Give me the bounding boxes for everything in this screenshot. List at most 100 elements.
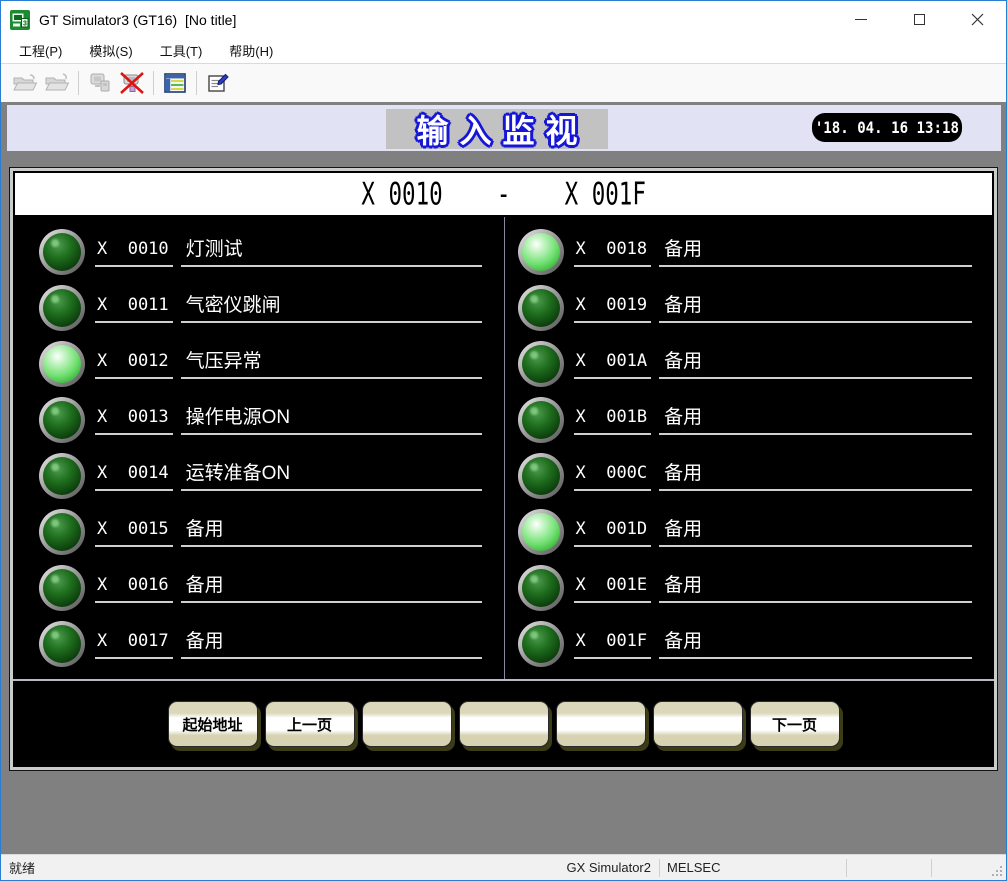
function-key-blank-3[interactable] xyxy=(556,701,646,747)
input-label: 备用 xyxy=(659,573,972,603)
window-title: GT Simulator3 (GT16) [No title] xyxy=(39,12,236,28)
input-row: X 001E备用 xyxy=(518,563,995,613)
app-icon: 3 xyxy=(10,10,32,30)
statusbar: 就绪 GX Simulator2 MELSEC xyxy=(1,854,1006,880)
function-key-start-address[interactable]: 起始地址 xyxy=(168,701,258,747)
lamp-off-icon xyxy=(43,401,81,439)
resize-grip[interactable] xyxy=(982,855,1006,880)
svg-text:3: 3 xyxy=(23,20,27,27)
lamp-indicator xyxy=(39,621,85,667)
input-address: X 0011 xyxy=(95,293,173,323)
hmi-banner: 输入监视 '18. 04. 16 13:18 xyxy=(7,105,1001,151)
input-row: X 0010灯测试 xyxy=(39,227,504,277)
status-empty-cell xyxy=(932,855,982,880)
lamp-indicator xyxy=(518,285,564,331)
lamp-indicator xyxy=(518,453,564,499)
input-label: 备用 xyxy=(659,405,972,435)
close-icon xyxy=(971,13,984,26)
close-button[interactable] xyxy=(948,1,1006,38)
input-row: X 0018备用 xyxy=(518,227,995,277)
lamp-off-icon xyxy=(43,289,81,327)
input-label: 气压异常 xyxy=(181,349,482,379)
lamp-indicator xyxy=(39,453,85,499)
lamp-indicator xyxy=(518,229,564,275)
input-address: X 0019 xyxy=(574,293,652,323)
menu-project[interactable]: 工程(P) xyxy=(12,39,69,62)
column-divider xyxy=(504,217,505,679)
maximize-button[interactable] xyxy=(890,1,948,38)
function-key-next-page[interactable]: 下一页 xyxy=(750,701,840,747)
lamp-on-icon xyxy=(522,233,560,271)
lamp-indicator xyxy=(39,565,85,611)
lamp-indicator xyxy=(518,509,564,555)
lamp-indicator xyxy=(518,341,564,387)
input-label: 备用 xyxy=(181,573,482,603)
input-address: X 0017 xyxy=(95,629,173,659)
function-key-blank-2[interactable] xyxy=(459,701,549,747)
input-row: X 0017备用 xyxy=(39,619,504,669)
input-address: X 0014 xyxy=(95,461,173,491)
open-project-button[interactable] xyxy=(9,68,41,98)
device-monitor-icon xyxy=(163,72,187,94)
lamp-off-icon xyxy=(522,401,560,439)
menu-simulate[interactable]: 模拟(S) xyxy=(82,39,139,62)
menu-help[interactable]: 帮助(H) xyxy=(222,39,280,62)
status-empty-cell xyxy=(847,855,931,880)
toolbar-separator xyxy=(153,71,154,95)
lamp-on-icon xyxy=(522,513,560,551)
lamp-indicator xyxy=(39,229,85,275)
lamp-off-icon xyxy=(43,233,81,271)
input-label: 运转准备ON xyxy=(181,461,482,491)
open-snapshot-button[interactable] xyxy=(41,68,73,98)
input-address: X 001B xyxy=(574,405,652,435)
input-address: X 000C xyxy=(574,461,652,491)
input-address: X 0018 xyxy=(574,237,652,267)
input-label: 备用 xyxy=(181,517,482,547)
lamp-off-icon xyxy=(522,625,560,663)
input-row: X 001A备用 xyxy=(518,339,995,389)
status-plc-type-text: MELSEC xyxy=(660,860,846,875)
input-label: 备用 xyxy=(659,461,972,491)
input-row: X 000C备用 xyxy=(518,451,995,501)
device-monitor-button[interactable] xyxy=(159,68,191,98)
lamp-off-icon xyxy=(522,345,560,383)
lamp-off-icon xyxy=(43,625,81,663)
hmi-screen: 输入监视 '18. 04. 16 13:18 X 0010 - X 001F X… xyxy=(1,102,1006,854)
lamp-off-icon xyxy=(43,569,81,607)
input-column-right: X 0018备用X 0019备用X 001A备用X 001B备用X 000C备用… xyxy=(504,217,995,679)
function-key-bar: 起始地址上一页 下一页 xyxy=(13,681,994,767)
toolbar xyxy=(1,64,1006,102)
lamp-on-icon xyxy=(43,345,81,383)
function-key-blank-4[interactable] xyxy=(653,701,743,747)
address-range-text: X 0010 - X 001F xyxy=(361,176,645,213)
function-key-prev-page[interactable]: 上一页 xyxy=(265,701,355,747)
input-column-left: X 0010灯测试X 0011气密仪跳闸X 0012气压异常X 0013操作电源… xyxy=(13,217,504,679)
minimize-button[interactable] xyxy=(832,1,890,38)
input-address: X 001F xyxy=(574,629,652,659)
gt-simulator-window: { "window": { "title": "GT Simulator3 (G… xyxy=(0,0,1007,881)
menu-tools[interactable]: 工具(T) xyxy=(153,39,210,62)
input-label: 备用 xyxy=(659,293,972,323)
open-project-icon xyxy=(12,72,38,94)
input-row: X 0013操作电源ON xyxy=(39,395,504,445)
stop-simulation-button[interactable] xyxy=(116,68,148,98)
titlebar[interactable]: 3 GT Simulator3 (GT16) [No title] xyxy=(1,1,1006,38)
input-label: 备用 xyxy=(659,349,972,379)
menubar: 工程(P) 模拟(S) 工具(T) 帮助(H) xyxy=(1,38,1006,64)
lamp-off-icon xyxy=(43,513,81,551)
function-key-blank-1[interactable] xyxy=(362,701,452,747)
screen-title-box: 输入监视 xyxy=(386,109,608,149)
status-simulator-text: GX Simulator2 xyxy=(539,860,659,875)
input-address: X 0010 xyxy=(95,237,173,267)
input-row: X 001B备用 xyxy=(518,395,995,445)
input-address: X 0015 xyxy=(95,517,173,547)
lamp-off-icon xyxy=(522,569,560,607)
open-snapshot-icon xyxy=(44,72,70,94)
input-row: X 0014 运转准备ON xyxy=(39,451,504,501)
start-simulation-button[interactable] xyxy=(84,68,116,98)
toolbar-separator xyxy=(196,71,197,95)
option-settings-button[interactable] xyxy=(202,68,234,98)
input-label: 备用 xyxy=(659,517,972,547)
screen-title: 输入监视 xyxy=(405,106,588,152)
option-settings-icon xyxy=(206,72,230,94)
